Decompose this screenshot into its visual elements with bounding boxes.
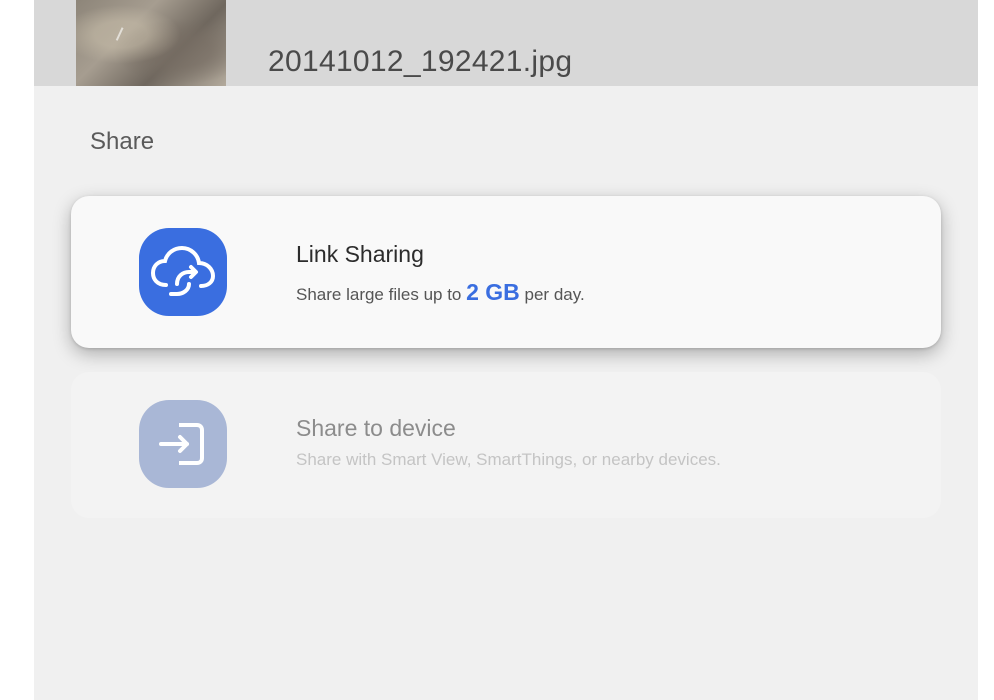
- image-thumbnail: [76, 0, 226, 86]
- file-name: 20141012_192421.jpg: [268, 45, 573, 78]
- share-to-device-option[interactable]: Share to device Share with Smart View, S…: [71, 372, 941, 518]
- cloud-link-icon: [139, 228, 227, 316]
- subtitle-suffix: per day.: [519, 285, 585, 304]
- device-share-icon: [139, 400, 227, 488]
- share-to-device-subtitle: Share with Smart View, SmartThings, or n…: [296, 450, 721, 469]
- share-sheet: 20141012_192421.jpg Share Link Sharing S…: [34, 0, 978, 700]
- size-limit-highlight: 2 GB: [466, 279, 520, 305]
- link-sharing-title: Link Sharing: [296, 241, 424, 267]
- link-sharing-subtitle: Share large files up to 2 GB per day.: [296, 280, 585, 307]
- link-sharing-option[interactable]: Link Sharing Share large files up to 2 G…: [71, 196, 941, 348]
- share-to-device-title: Share to device: [296, 415, 456, 441]
- subtitle-prefix: Share large files up to: [296, 285, 467, 304]
- file-header: 20141012_192421.jpg: [34, 0, 978, 86]
- thumbnail-detail: [115, 27, 137, 47]
- share-heading: Share: [90, 128, 155, 155]
- screen: 20141012_192421.jpg Share Link Sharing S…: [0, 0, 994, 700]
